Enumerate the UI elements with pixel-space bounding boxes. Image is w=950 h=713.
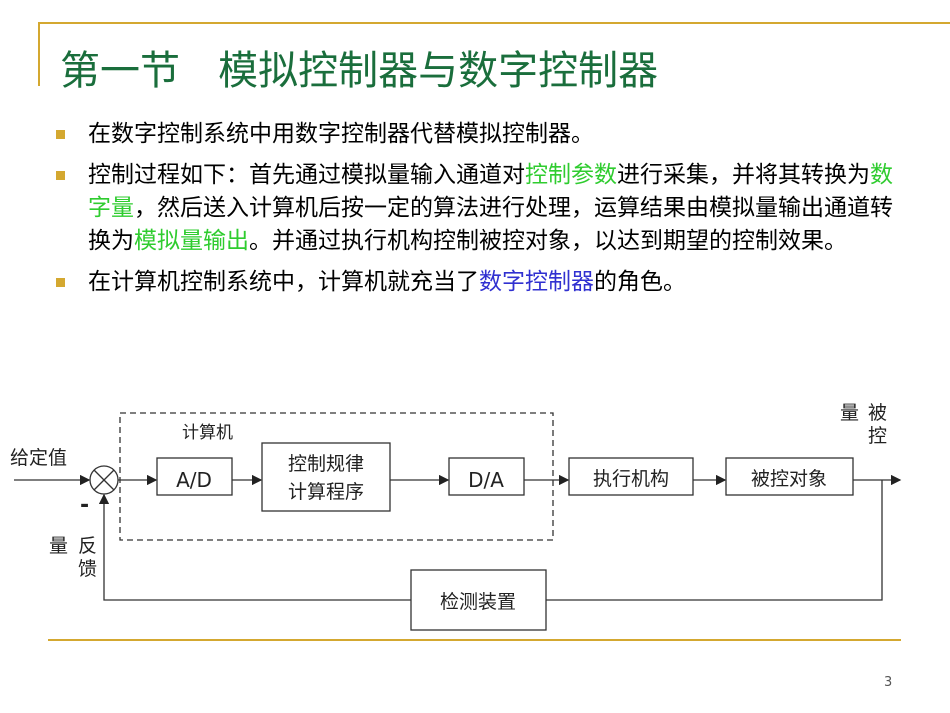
actuator-label: 执行机构 xyxy=(593,468,669,490)
slide: 第一节 模拟控制器与数字控制器 在数字控制系统中用数字控制器代替模拟控制器。 控… xyxy=(0,0,950,713)
algorithm-label-2: 计算程序 xyxy=(288,481,364,503)
output-label-char: 被 xyxy=(868,402,887,424)
control-block-diagram: 给定值 计算机 A/D 控制规律 计算程序 D/A 执行机构 被控对象 检测装置… xyxy=(10,402,902,631)
feedback-label-char: 反 xyxy=(78,535,97,557)
footer-line xyxy=(48,639,901,641)
output-label-char: 量 xyxy=(840,402,859,424)
algorithm-label-1: 控制规律 xyxy=(288,453,364,475)
output-label-char: 控 xyxy=(868,425,887,447)
ad-label: A/D xyxy=(176,468,212,492)
minus-sign: - xyxy=(80,493,89,518)
feedback-label-char: 馈 xyxy=(78,558,97,580)
plant-label: 被控对象 xyxy=(751,468,827,490)
da-label: D/A xyxy=(468,468,504,492)
sensor-label: 检测装置 xyxy=(440,591,516,613)
computer-label: 计算机 xyxy=(182,423,233,443)
setpoint-label: 给定值 xyxy=(10,447,67,469)
feedback-label-char: 量 xyxy=(49,535,68,557)
page-number: 3 xyxy=(884,675,893,690)
